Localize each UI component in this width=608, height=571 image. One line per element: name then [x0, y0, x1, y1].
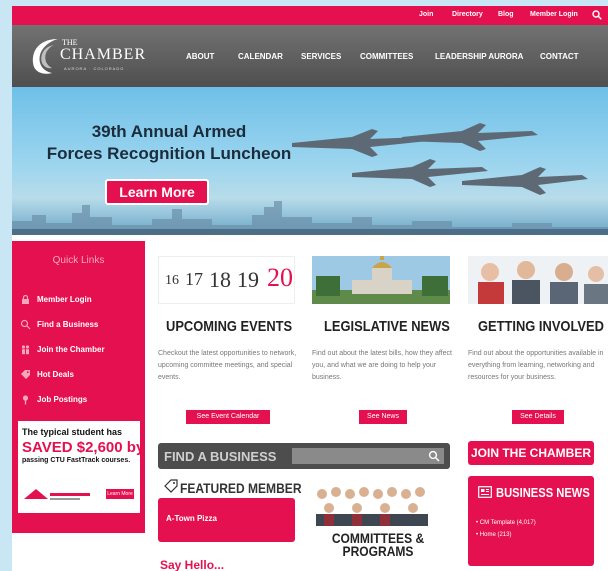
date-20: 20 — [267, 263, 293, 292]
quick-link-find-business[interactable]: Find a Business — [20, 318, 140, 332]
find-business-input[interactable] — [292, 448, 444, 464]
directory-link[interactable]: Directory — [452, 11, 483, 18]
business-news-panel: BUSINESS NEWS • CM Template (4,017) • Ho… — [468, 476, 594, 566]
main-nav: THE CHAMBER AURORA · COLORADO ABOUT CALE… — [12, 25, 608, 87]
quick-links-title: Quick Links — [52, 255, 105, 266]
nav-about[interactable]: ABOUT — [186, 52, 214, 61]
quick-link-label: Join the Chamber — [37, 345, 105, 354]
ad-line2: SAVED $2,600 by — [22, 439, 145, 456]
event-dates-image: 16 17 18 19 20 — [158, 256, 295, 304]
logo-swoosh-icon — [32, 39, 58, 74]
business-news-item-label: Home (213) — [479, 532, 512, 538]
legislative-news-text: Find out about the latest bills, how the… — [312, 350, 452, 381]
find-a-business-label: FIND A BUSINESS — [164, 449, 277, 464]
chamber-homepage: Join Directory Blog Member Login THE CHA… — [12, 6, 608, 571]
see-news-button[interactable]: See News — [359, 410, 407, 424]
quick-link-label: Member Login — [37, 295, 92, 304]
date-19: 19 — [237, 267, 259, 292]
quick-link-member-login[interactable]: Member Login — [20, 293, 140, 307]
quick-link-join-chamber[interactable]: Join the Chamber — [20, 343, 140, 357]
upcoming-events-text: Checkout the latest opportunities to net… — [158, 350, 297, 381]
quick-links-sidebar: Quick Links Member Login Find a Business… — [12, 241, 145, 533]
learn-more-button[interactable]: Learn More — [105, 179, 209, 205]
utility-bar: Join Directory Blog Member Login — [12, 6, 608, 25]
quick-link-label: Hot Deals — [37, 370, 74, 379]
upcoming-events-heading: UPCOMING EVENTS — [166, 318, 293, 335]
tag-icon — [21, 370, 30, 379]
featured-member-box[interactable]: A-Town Pizza — [158, 498, 295, 542]
date-18: 18 — [209, 267, 231, 292]
join-link[interactable]: Join — [419, 11, 433, 18]
hero-title: 39th Annual Armed Forces Recognition Lun… — [44, 121, 294, 165]
search-icon[interactable] — [428, 450, 440, 462]
hero-banner: 39th Annual Armed Forces Recognition Lun… — [12, 87, 608, 235]
getting-involved-text: Find out about the opportunities availab… — [468, 350, 604, 381]
nav-committees[interactable]: COMMITTEES — [360, 52, 413, 61]
member-login-link[interactable]: Member Login — [530, 11, 578, 18]
nav-services[interactable]: SERVICES — [301, 52, 341, 61]
quick-link-label: Find a Business — [37, 320, 99, 329]
ctu-ad[interactable]: The typical student has SAVED $2,600 by … — [18, 421, 144, 513]
nav-contact[interactable]: CONTACT — [540, 52, 579, 61]
featured-member-heading: FEATURED MEMBER — [180, 480, 302, 496]
getting-involved-heading: GETTING INVOLVED — [478, 318, 604, 335]
quick-link-label: Job Postings — [37, 395, 88, 404]
tag-icon — [164, 479, 178, 493]
people-icon — [21, 345, 30, 355]
newspaper-icon — [478, 486, 492, 498]
join-the-chamber-button[interactable]: JOIN THE CHAMBER — [468, 441, 594, 465]
search-icon[interactable] — [592, 10, 602, 20]
ad-learn-more-button[interactable]: Learn More — [106, 489, 134, 499]
ad-line1: The typical student has — [22, 427, 123, 437]
committees-programs-heading: COMMITTEES & PROGRAMS — [321, 531, 435, 559]
say-hello-heading: Say Hello... — [160, 558, 225, 571]
business-people-image — [468, 256, 608, 304]
legislative-news-heading: LEGISLATIVE NEWS — [324, 318, 450, 335]
committees-line2: PROGRAMS — [342, 543, 414, 559]
ad-line3: passing CTU FastTrack courses. — [22, 457, 131, 464]
nav-leadership-aurora[interactable]: LEADERSHIP AURORA — [435, 52, 523, 61]
business-news-item[interactable]: • Home (213) — [476, 532, 511, 538]
capitol-building-image — [312, 256, 450, 304]
fighter-jets-image — [292, 123, 588, 195]
find-a-business-bar: FIND A BUSINESS — [158, 443, 450, 469]
committee-group-photo — [312, 482, 432, 526]
quick-link-hot-deals[interactable]: Hot Deals — [20, 368, 140, 382]
pin-icon — [22, 395, 29, 405]
business-news-item[interactable]: • CM Template (4,017) — [476, 520, 536, 526]
search-icon — [20, 319, 31, 330]
hero-title-line2: Forces Recognition Luncheon — [46, 144, 292, 163]
business-news-heading: BUSINESS NEWS — [496, 485, 590, 500]
business-news-item-label: CM Template (4,017) — [479, 520, 536, 526]
date-16: 16 — [165, 273, 179, 288]
logo-name: CHAMBER — [60, 46, 147, 63]
nav-calendar[interactable]: CALENDAR — [238, 52, 283, 61]
date-17: 17 — [185, 269, 203, 289]
chamber-logo[interactable]: THE CHAMBER AURORA · COLORADO — [28, 35, 148, 77]
ctu-logo-icon — [24, 489, 90, 500]
featured-member-name: A-Town Pizza — [166, 514, 217, 523]
hero-title-line1: 39th Annual Armed — [91, 122, 247, 141]
lock-icon — [22, 294, 29, 304]
blog-link[interactable]: Blog — [498, 11, 514, 18]
see-details-button[interactable]: See Details — [512, 410, 564, 424]
logo-subtitle: AURORA · COLORADO — [64, 66, 125, 71]
quick-link-job-postings[interactable]: Job Postings — [20, 393, 140, 407]
see-event-calendar-button[interactable]: See Event Calendar — [186, 410, 270, 424]
